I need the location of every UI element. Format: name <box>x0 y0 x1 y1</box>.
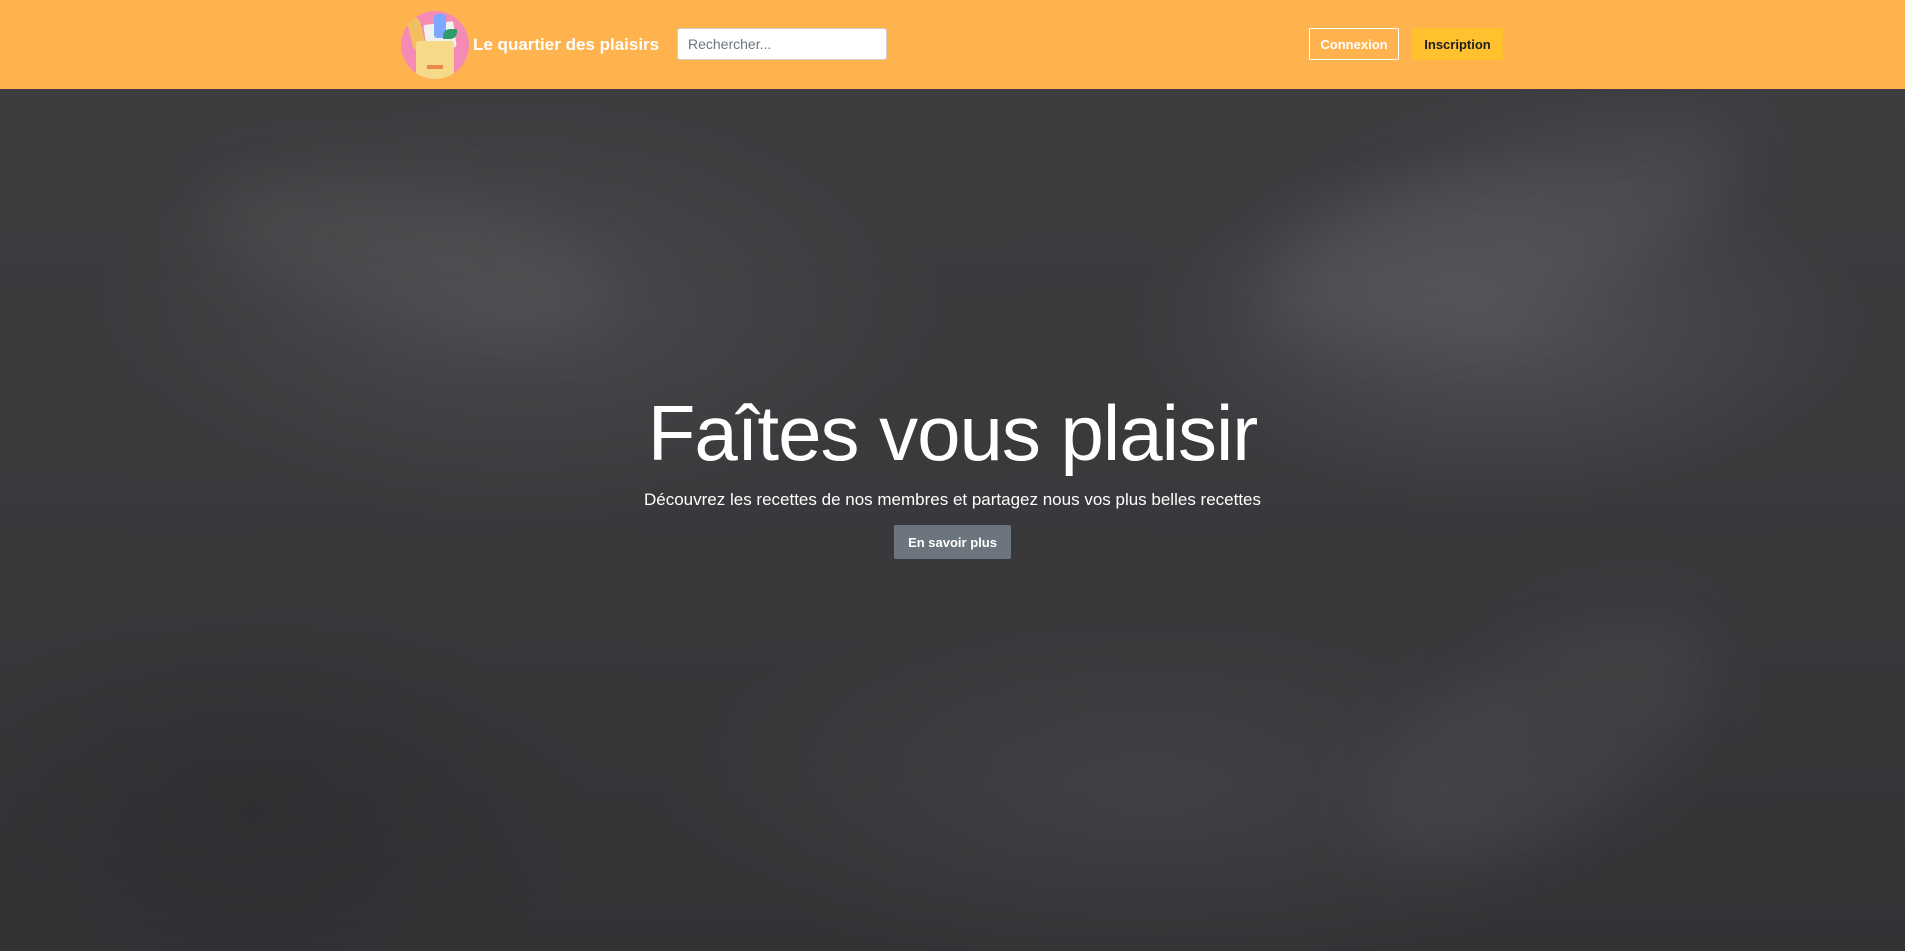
grocery-bag-logo-icon <box>401 11 469 79</box>
chalk-smudge <box>191 146 629 362</box>
chalk-smudge <box>1237 89 1763 383</box>
signup-button[interactable]: Inscription <box>1412 28 1503 60</box>
chalk-smudge <box>1330 566 1750 912</box>
login-button[interactable]: Connexion <box>1309 28 1399 60</box>
learn-more-button[interactable]: En savoir plus <box>894 525 1011 560</box>
brand-name: Le quartier des plaisirs <box>473 35 660 54</box>
hero-content: Faîtes vous plaisir Découvrez les recett… <box>0 389 1905 560</box>
brand-link[interactable]: Le quartier des plaisirs <box>401 11 659 79</box>
search-input[interactable] <box>677 28 887 60</box>
hero-subtitle: Découvrez les recettes de nos membres et… <box>643 490 1262 509</box>
hero-title: Faîtes vous plaisir <box>647 389 1259 477</box>
navbar: Le quartier des plaisirs Connexion Inscr… <box>0 0 1905 89</box>
hero-section: Faîtes vous plaisir Découvrez les recett… <box>0 89 1905 951</box>
